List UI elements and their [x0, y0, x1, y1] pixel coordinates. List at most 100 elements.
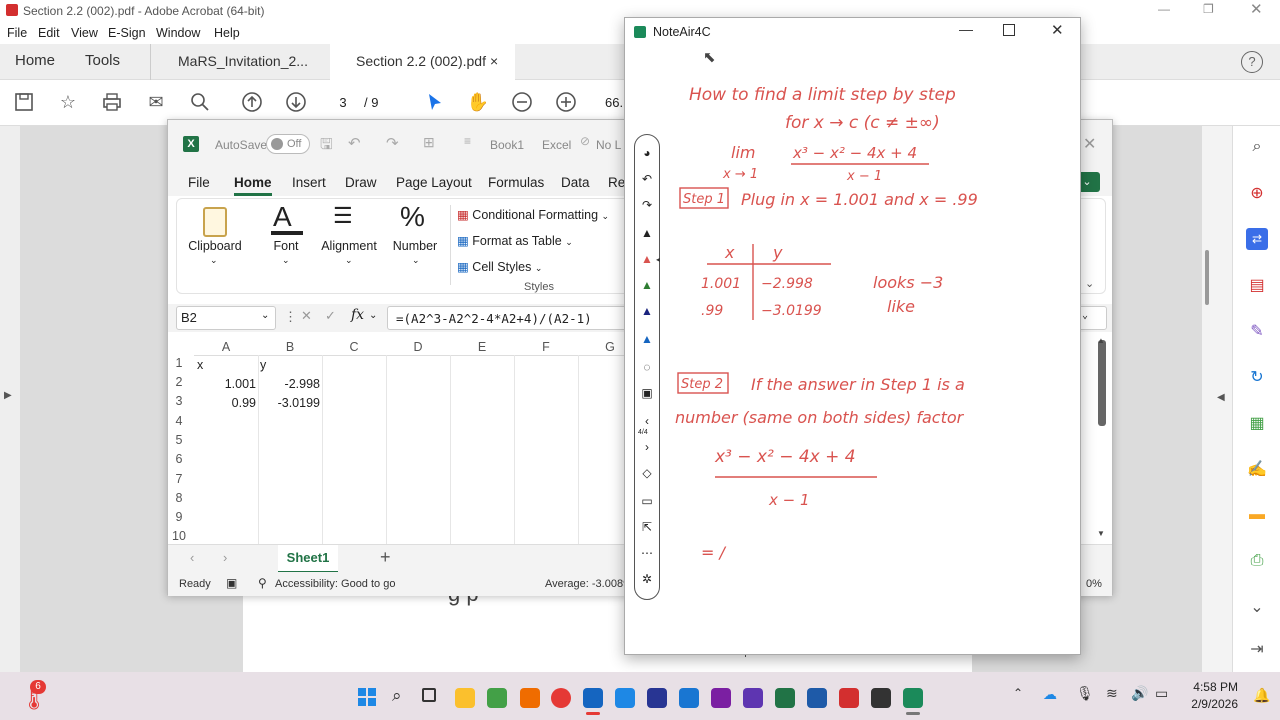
taskbar-search-icon[interactable]: ⌕ — [392, 686, 402, 706]
onedrive-icon[interactable]: ☁ — [1043, 686, 1057, 703]
customize-qat-icon[interactable]: ≡ — [464, 134, 471, 148]
formula-more-icon[interactable]: ⋮ — [284, 309, 297, 325]
excel-tab-draw[interactable]: Draw — [345, 175, 377, 190]
terminal-icon[interactable] — [871, 688, 891, 708]
export-icon[interactable]: ⇱ — [635, 517, 659, 537]
help-icon[interactable]: ? — [1241, 51, 1263, 73]
ribbon-collapse-icon[interactable]: ⌄ — [1085, 277, 1094, 290]
tab-home[interactable]: Home — [15, 44, 55, 80]
cell-a1[interactable]: x — [197, 358, 203, 372]
conditional-formatting-button[interactable]: ▦ Conditional Formatting ⌄ — [457, 207, 609, 222]
insert-function-button[interactable]: fx — [351, 307, 364, 323]
menu-esign[interactable]: E-Sign — [108, 26, 146, 40]
noteair-scroll-thumb[interactable] — [1098, 340, 1106, 426]
excel-tab-formulas[interactable]: Formulas — [488, 175, 544, 190]
add-sheet-button[interactable]: + — [380, 547, 391, 568]
collapse-right-icon[interactable]: ◀ — [1217, 392, 1225, 403]
tab-tools[interactable]: Tools — [85, 44, 120, 80]
lasso-icon[interactable]: ◌ — [635, 357, 659, 377]
teams-classic-icon[interactable] — [743, 688, 763, 708]
cell-a2[interactable]: 1.001 — [194, 377, 256, 391]
zoom-in-icon[interactable] — [554, 90, 578, 114]
print-icon[interactable] — [100, 90, 124, 114]
tab-document-mars[interactable]: MaRS_Invitation_2... — [150, 44, 330, 80]
notifications-bell-icon[interactable]: 🔔 — [1253, 687, 1270, 704]
office-icon[interactable] — [520, 688, 540, 708]
row-header-4[interactable]: 4 — [168, 414, 190, 428]
redo-icon[interactable]: ↷ — [386, 134, 399, 152]
fx-chevron-icon[interactable]: ⌄ — [369, 310, 377, 321]
close-icon[interactable]: ✕ — [1250, 0, 1263, 18]
noteair-undo-icon[interactable]: ↶ — [635, 169, 659, 189]
macro-record-icon[interactable]: ▣ — [226, 576, 237, 590]
row-header-9[interactable]: 9 — [168, 510, 190, 524]
word-icon[interactable] — [807, 688, 827, 708]
quick-access-icon[interactable]: ⊞ — [423, 134, 435, 151]
compress-icon[interactable]: ▦ — [1246, 412, 1268, 434]
excel-tab-home[interactable]: Home — [234, 175, 272, 196]
noteair-close-icon[interactable]: ✕ — [1051, 21, 1064, 39]
save-icon[interactable] — [12, 90, 36, 114]
status-accessibility[interactable]: Accessibility: Good to go — [275, 578, 395, 590]
search-icon[interactable]: ⌕ — [1246, 136, 1268, 158]
sidebar-expand-icon[interactable]: ◂ — [656, 255, 660, 264]
cell-b3[interactable]: -3.0199 — [258, 396, 320, 410]
start-icon[interactable] — [358, 688, 376, 706]
more-tools-chevron-icon[interactable]: ⌄ — [1246, 596, 1268, 618]
print-production-icon[interactable]: ⎙ — [1246, 550, 1268, 572]
excel-tab-data[interactable]: Data — [561, 175, 590, 190]
file-explorer-icon[interactable] — [455, 688, 475, 708]
noteair-redo-icon[interactable]: ↷ — [635, 195, 659, 215]
star-icon[interactable]: ☆ — [56, 90, 80, 114]
teams-icon[interactable] — [615, 688, 635, 708]
zoom-level[interactable]: 66. — [605, 95, 623, 110]
page-up-icon[interactable] — [240, 90, 264, 114]
column-header-c[interactable]: C — [322, 338, 386, 356]
previous-page-icon[interactable]: ‹ — [635, 411, 659, 431]
email-icon[interactable]: ✉ — [144, 90, 168, 114]
excel-tab-page-layout[interactable]: Page Layout — [396, 175, 472, 190]
page-number-input[interactable]: 3 — [326, 92, 360, 114]
number-group[interactable]: % Number ⌄ — [382, 199, 448, 295]
menu-view[interactable]: View — [71, 26, 98, 40]
organize-pages-icon[interactable]: ▤ — [1246, 274, 1268, 296]
next-page-icon[interactable]: › — [635, 437, 659, 457]
volume-icon[interactable]: 🔊 — [1131, 685, 1148, 702]
tab-document-section[interactable]: Section 2.2 (002).pdf × — [330, 44, 515, 80]
sensitivity-label[interactable]: No L — [596, 138, 621, 152]
comment-icon[interactable]: ▬ — [1246, 504, 1268, 526]
noteair-maximize-icon[interactable] — [1003, 24, 1015, 36]
acrobat-scrollbar[interactable] — [1205, 250, 1209, 305]
cell-styles-button[interactable]: ▦ Cell Styles ⌄ — [457, 259, 542, 274]
column-header-d[interactable]: D — [386, 338, 450, 356]
row-header-6[interactable]: 6 — [168, 452, 190, 466]
sheet-next-icon[interactable]: › — [223, 550, 227, 565]
stylus-mode-icon[interactable]: ◕ — [635, 143, 659, 163]
column-header-b[interactable]: B — [258, 338, 322, 356]
menu-file[interactable]: File — [7, 26, 27, 40]
microphone-icon[interactable]: 🎙 — [1076, 685, 1094, 702]
autosave-toggle[interactable]: Off — [266, 134, 310, 154]
pen-navy-icon[interactable]: ▲ — [635, 301, 659, 321]
cell-b1[interactable]: y — [260, 358, 266, 372]
column-header-a[interactable]: A — [194, 338, 258, 356]
onenote-icon[interactable] — [711, 688, 731, 708]
undo-icon[interactable]: ↶ — [348, 134, 361, 152]
row-header-10[interactable]: 10 — [168, 529, 190, 543]
row-header-5[interactable]: 5 — [168, 433, 190, 447]
acrobat-taskbar-icon[interactable] — [839, 688, 859, 708]
confirm-formula-icon[interactable]: ✓ — [325, 308, 336, 324]
alignment-group[interactable]: ☰ Alignment ⌄ — [309, 199, 389, 295]
excel-save-icon[interactable]: 🖫 — [320, 134, 333, 159]
row-header-2[interactable]: 2 — [168, 375, 190, 389]
export-pdf-icon[interactable]: ⇄ — [1246, 228, 1268, 250]
row-header-1[interactable]: 1 — [168, 356, 190, 370]
cancel-formula-icon[interactable]: ✕ — [301, 308, 312, 324]
minimize-icon[interactable]: — — [1158, 2, 1170, 16]
taskbar-date[interactable]: 2/9/2026 — [1186, 697, 1238, 711]
hand-icon[interactable]: ✋ — [466, 90, 490, 114]
more-icon[interactable]: ⋯ — [635, 543, 659, 563]
excel-taskbar-icon[interactable] — [775, 688, 795, 708]
menu-help[interactable]: Help — [214, 26, 240, 40]
column-header-e[interactable]: E — [450, 338, 514, 356]
